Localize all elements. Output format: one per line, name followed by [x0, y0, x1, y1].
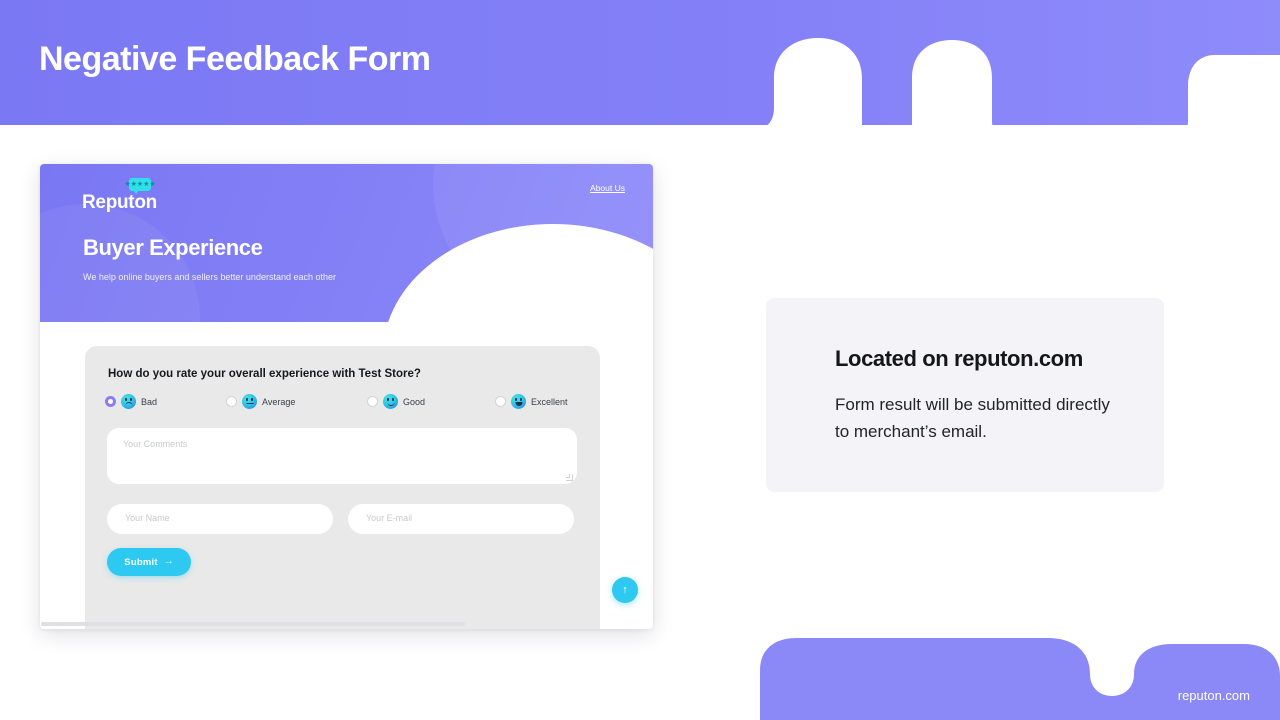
slide-canvas: Negative Feedback Form ★★★★★ Reputon Abo… [0, 0, 1280, 720]
comments-placeholder: Your Comments [123, 439, 188, 449]
footer-url: reputon.com [1177, 688, 1250, 703]
rating-options-row: Bad Average Good Excellent [105, 394, 585, 416]
info-panel-body: Form result will be submitted directly t… [835, 395, 1110, 441]
neutral-face-icon [242, 394, 257, 409]
sad-face-icon [121, 394, 136, 409]
banner-heading: Buyer Experience [83, 235, 263, 260]
horizontal-scrollbar[interactable] [41, 622, 652, 626]
logo-stars: ★★★★★ [124, 181, 156, 188]
email-placeholder: Your E-mail [366, 513, 413, 523]
radio-excellent[interactable] [495, 396, 506, 407]
arrow-up-icon: ↑ [622, 583, 628, 596]
grinning-face-icon [511, 394, 526, 409]
radio-good[interactable] [367, 396, 378, 407]
reputon-logo[interactable]: ★★★★★ Reputon [82, 178, 157, 214]
header-wave-decoration [640, 0, 1280, 150]
rating-label-bad: Bad [141, 396, 158, 407]
page-title: Negative Feedback Form [39, 40, 431, 78]
rating-option-bad[interactable]: Bad [105, 394, 157, 409]
info-panel-title: Located on reputon.com [835, 346, 1083, 371]
scrollbar-thumb[interactable] [41, 622, 465, 626]
logo-text: Reputon [82, 192, 157, 213]
banner-circle-decoration-2 [40, 204, 200, 322]
banner-subtitle: We help online buyers and sellers better… [83, 272, 336, 282]
product-screenshot-card: ★★★★★ Reputon About Us Buyer Experience … [40, 164, 653, 629]
name-placeholder: Your Name [125, 513, 170, 523]
email-input[interactable]: Your E-mail [348, 504, 574, 534]
speech-bubble-stars-icon: ★★★★★ [124, 178, 156, 194]
rating-option-excellent[interactable]: Excellent [495, 394, 568, 409]
rating-option-good[interactable]: Good [367, 394, 425, 409]
resize-handle-icon[interactable] [566, 474, 573, 481]
info-panel: Located on reputon.com Form result will … [766, 298, 1164, 492]
scroll-to-top-button[interactable]: ↑ [612, 577, 638, 603]
rating-label-average: Average [262, 396, 296, 407]
radio-bad[interactable] [105, 396, 116, 407]
footer-blob-decoration: reputon.com [760, 628, 1280, 720]
submit-button[interactable]: Submit → [107, 548, 191, 576]
rating-option-average[interactable]: Average [226, 394, 295, 409]
comments-textarea[interactable]: Your Comments [107, 428, 577, 484]
reputon-banner: ★★★★★ Reputon About Us Buyer Experience … [40, 164, 653, 322]
banner-white-blob-decoration [383, 224, 653, 322]
name-input[interactable]: Your Name [107, 504, 333, 534]
feedback-form-panel: How do you rate your overall experience … [85, 346, 600, 629]
rating-label-good: Good [403, 396, 426, 407]
submit-button-label: Submit [124, 556, 158, 568]
arrow-right-icon: → [163, 556, 174, 567]
smiling-face-icon [383, 394, 398, 409]
about-us-link[interactable]: About Us [590, 183, 625, 193]
rating-question: How do you rate your overall experience … [108, 368, 421, 380]
rating-label-excellent: Excellent [531, 396, 568, 407]
radio-average[interactable] [226, 396, 237, 407]
